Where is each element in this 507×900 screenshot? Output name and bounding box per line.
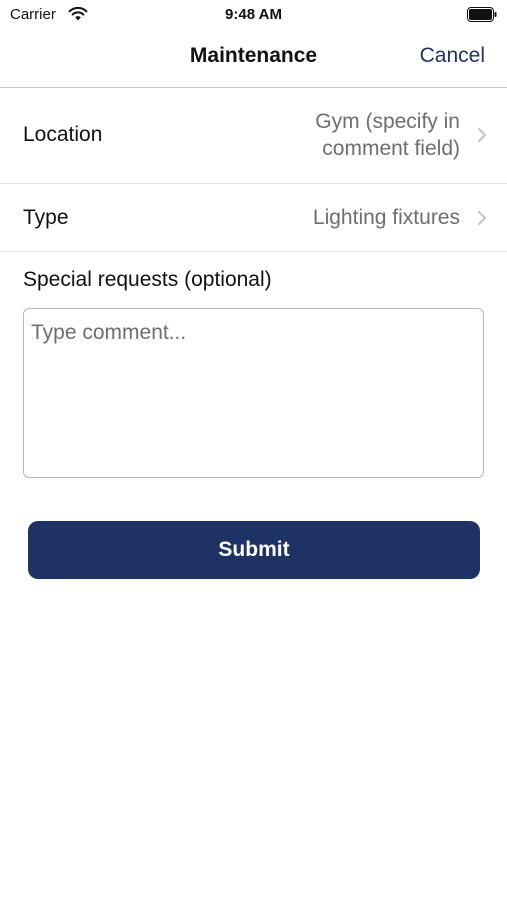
type-label: Type: [23, 206, 69, 229]
special-requests-label: Special requests (optional): [23, 268, 272, 291]
status-time: 9:48 AM: [225, 6, 282, 23]
battery-icon: [467, 7, 497, 22]
chevron-right-icon: [478, 128, 486, 142]
comment-input[interactable]: [23, 308, 484, 478]
location-value: Gym (specify in comment field): [315, 110, 460, 160]
type-value: Lighting fixtures: [312, 206, 460, 229]
cancel-button[interactable]: Cancel: [420, 44, 485, 68]
navigation-bar: Maintenance Cancel: [0, 30, 507, 88]
status-bar: Carrier 9:48 AM: [0, 0, 507, 30]
type-row[interactable]: Type Lighting fixtures: [0, 184, 507, 252]
location-row[interactable]: Location Gym (specify in comment field): [0, 88, 507, 184]
submit-button[interactable]: Submit: [28, 521, 480, 579]
chevron-right-icon: [478, 211, 486, 225]
location-label: Location: [23, 123, 103, 146]
